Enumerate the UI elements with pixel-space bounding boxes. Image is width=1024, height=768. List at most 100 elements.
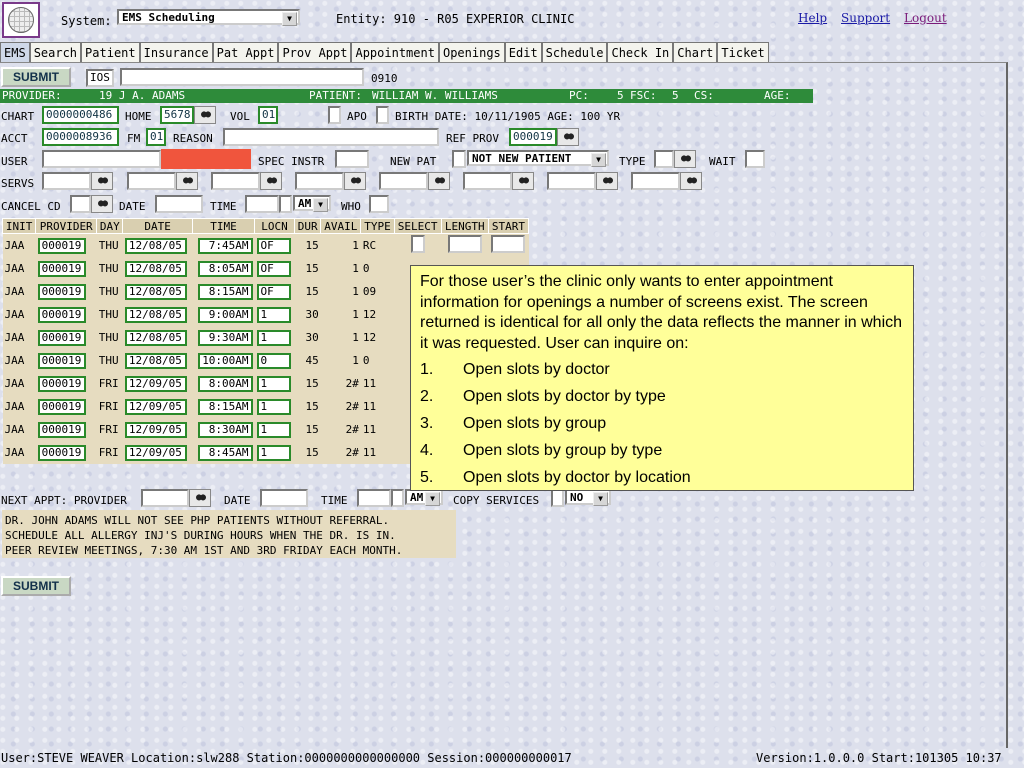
- provider-field[interactable]: 000019: [37, 398, 86, 415]
- ref-prov-input[interactable]: 000019: [509, 128, 557, 146]
- fm-input[interactable]: 01: [146, 128, 166, 146]
- tab-prov-appt[interactable]: Prov Appt: [278, 42, 352, 62]
- time-field[interactable]: 9:30AM: [197, 329, 253, 346]
- date-field[interactable]: 12/08/05: [124, 306, 187, 323]
- serv-input-3[interactable]: [211, 172, 260, 190]
- who-input[interactable]: [369, 195, 389, 213]
- locn-field[interactable]: 1: [256, 421, 291, 438]
- locn-field[interactable]: 0: [256, 352, 291, 369]
- submit-button-bottom[interactable]: SUBMIT: [1, 576, 71, 596]
- serv-3-binoculars-icon[interactable]: [260, 172, 282, 190]
- date-field[interactable]: 12/08/05: [124, 237, 187, 254]
- next-appt-time-extra[interactable]: [391, 489, 404, 507]
- next-appt-time-input[interactable]: [357, 489, 391, 507]
- provider-field[interactable]: 000019: [37, 375, 86, 392]
- home-input[interactable]: 5678: [160, 106, 194, 124]
- tab-search[interactable]: Search: [29, 42, 82, 62]
- command-args-input[interactable]: [120, 68, 364, 86]
- provider-field[interactable]: 000019: [37, 283, 86, 300]
- time-field[interactable]: 7:45AM: [197, 237, 253, 254]
- time-field[interactable]: 8:30AM: [197, 421, 253, 438]
- date-field[interactable]: 12/09/05: [124, 421, 187, 438]
- chart-input[interactable]: 0000000486: [42, 106, 119, 124]
- date-field[interactable]: 12/09/05: [124, 444, 187, 461]
- date-field[interactable]: 12/08/05: [124, 283, 187, 300]
- provider-field[interactable]: 000019: [37, 352, 86, 369]
- serv-input-1[interactable]: [42, 172, 91, 190]
- locn-field[interactable]: OF: [256, 237, 291, 254]
- locn-field[interactable]: OF: [256, 283, 291, 300]
- tab-schedule[interactable]: Schedule: [541, 42, 608, 62]
- home-lookup-binoculars-icon[interactable]: [194, 106, 216, 124]
- provider-field[interactable]: 000019: [37, 444, 86, 461]
- provider-field[interactable]: 000019: [37, 260, 86, 277]
- tab-check-in[interactable]: Check In: [607, 42, 674, 62]
- serv-8-binoculars-icon[interactable]: [680, 172, 702, 190]
- locn-field[interactable]: 1: [256, 306, 291, 323]
- next-appt-date-input[interactable]: [260, 489, 308, 507]
- serv-input-5[interactable]: [379, 172, 428, 190]
- provider-field[interactable]: 000019: [37, 237, 86, 254]
- locn-field[interactable]: 1: [256, 329, 291, 346]
- logout-link[interactable]: Logout: [904, 11, 947, 25]
- tab-edit[interactable]: Edit: [504, 42, 542, 62]
- cancel-ampm-select[interactable]: AM ▼: [293, 195, 331, 212]
- support-link[interactable]: Support: [841, 11, 890, 25]
- copy-services-checkbox[interactable]: [551, 489, 564, 507]
- select-input[interactable]: [410, 235, 425, 253]
- vol-input[interactable]: 01: [258, 106, 278, 124]
- cancel-cd-binoculars-icon[interactable]: [91, 195, 113, 213]
- next-appt-ampm-select[interactable]: AM ▼: [405, 489, 443, 506]
- serv-input-2[interactable]: [127, 172, 176, 190]
- locn-field[interactable]: 1: [256, 398, 291, 415]
- type-input[interactable]: [654, 150, 674, 168]
- reason-input[interactable]: [223, 128, 439, 146]
- birth-checkbox[interactable]: [376, 106, 389, 124]
- help-link[interactable]: Help: [798, 11, 827, 25]
- date-field[interactable]: 12/09/05: [124, 375, 187, 392]
- tab-insurance[interactable]: Insurance: [139, 42, 213, 62]
- wait-input[interactable]: [745, 150, 765, 168]
- tab-ems[interactable]: EMS: [0, 42, 30, 62]
- tab-appointment[interactable]: Appointment: [351, 42, 439, 62]
- serv-input-7[interactable]: [547, 172, 596, 190]
- user-input[interactable]: [42, 150, 161, 168]
- time-field[interactable]: 8:15AM: [197, 283, 253, 300]
- next-appt-provider-input[interactable]: [141, 489, 189, 507]
- start-input[interactable]: [491, 235, 526, 253]
- locn-field[interactable]: 1: [256, 444, 291, 461]
- cancel-time-extra[interactable]: [279, 195, 292, 213]
- tab-openings[interactable]: Openings: [438, 42, 505, 62]
- locn-field[interactable]: 1: [256, 375, 291, 392]
- serv-input-6[interactable]: [463, 172, 512, 190]
- serv-6-binoculars-icon[interactable]: [512, 172, 534, 190]
- date-field[interactable]: 12/08/05: [124, 329, 187, 346]
- serv-2-binoculars-icon[interactable]: [176, 172, 198, 190]
- tab-pat-appt[interactable]: Pat Appt: [212, 42, 279, 62]
- command-input[interactable]: IOS: [86, 69, 114, 87]
- time-field[interactable]: 8:05AM: [197, 260, 253, 277]
- system-select[interactable]: EMS Scheduling ▼: [117, 9, 300, 26]
- time-field[interactable]: 8:00AM: [197, 375, 253, 392]
- date-field[interactable]: 12/09/05: [124, 398, 187, 415]
- provider-field[interactable]: 000019: [37, 306, 86, 323]
- type-binoculars-icon[interactable]: [674, 150, 696, 168]
- cancel-time-input[interactable]: [245, 195, 279, 213]
- serv-1-binoculars-icon[interactable]: [91, 172, 113, 190]
- time-field[interactable]: 8:15AM: [197, 398, 253, 415]
- submit-button-top[interactable]: SUBMIT: [1, 67, 71, 87]
- locn-field[interactable]: OF: [256, 260, 291, 277]
- date-field[interactable]: 12/08/05: [124, 352, 187, 369]
- length-input[interactable]: [447, 235, 482, 253]
- cancel-date-input[interactable]: [155, 195, 203, 213]
- spec-instr-input[interactable]: [335, 150, 369, 168]
- apo-checkbox[interactable]: [328, 106, 341, 124]
- serv-7-binoculars-icon[interactable]: [596, 172, 618, 190]
- copy-services-select[interactable]: NO ▼: [565, 489, 611, 506]
- serv-input-4[interactable]: [295, 172, 344, 190]
- next-appt-binoculars-icon[interactable]: [189, 489, 211, 507]
- new-pat-select[interactable]: NOT NEW PATIENT ▼: [467, 150, 609, 167]
- serv-5-binoculars-icon[interactable]: [428, 172, 450, 190]
- new-pat-checkbox[interactable]: [452, 150, 466, 168]
- time-field[interactable]: 8:45AM: [197, 444, 253, 461]
